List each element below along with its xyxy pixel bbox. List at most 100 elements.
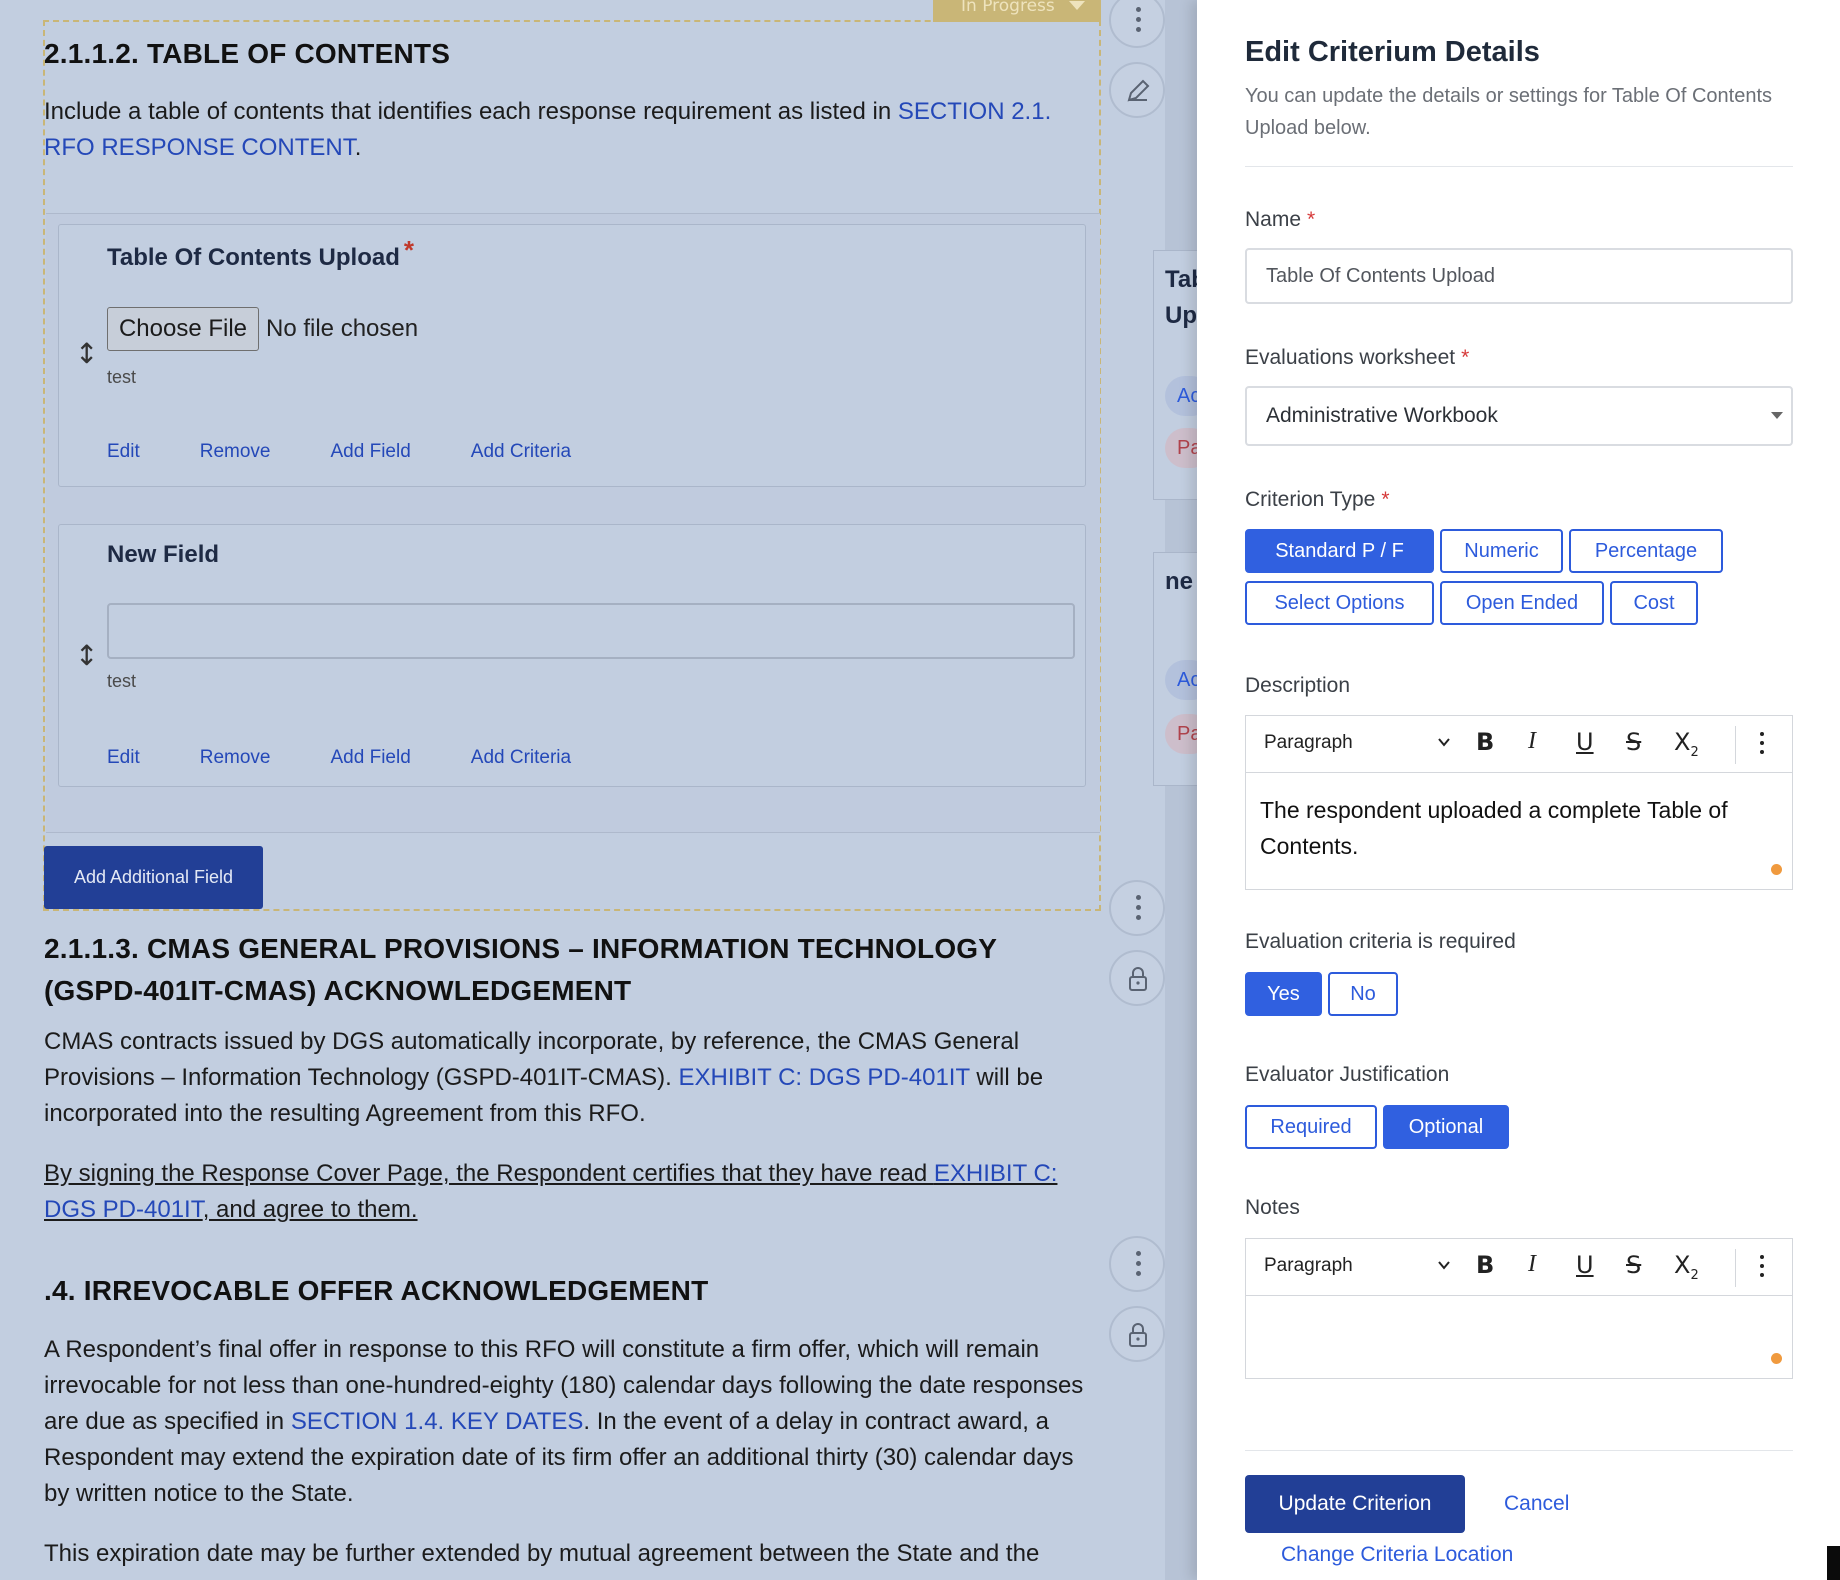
drag-handle-icon[interactable]: ↕ bbox=[75, 337, 98, 370]
type-numeric[interactable]: Numeric bbox=[1440, 529, 1563, 573]
editor-toolbar: Paragraph B I U S X2 bbox=[1246, 716, 1792, 773]
status-dot-icon bbox=[1771, 864, 1782, 875]
drag-handle-icon[interactable]: ↕ bbox=[75, 639, 98, 672]
justification-required[interactable]: Required bbox=[1245, 1105, 1377, 1149]
paragraph-style-select[interactable]: Paragraph bbox=[1264, 732, 1353, 754]
evaluator-justification-label: Evaluator Justification bbox=[1245, 1063, 1450, 1086]
paragraph-style-select[interactable]: Paragraph bbox=[1264, 1255, 1353, 1277]
add-criteria-button[interactable]: Add Criteria bbox=[471, 747, 571, 769]
more-vertical-icon bbox=[1136, 7, 1141, 12]
key-dates-link[interactable]: SECTION 1.4. KEY DATES bbox=[291, 1408, 584, 1435]
remove-field-button[interactable]: Remove bbox=[200, 747, 271, 769]
section-menu-button[interactable] bbox=[1109, 880, 1165, 936]
name-label: Name * bbox=[1245, 208, 1316, 231]
italic-icon[interactable]: I bbox=[1528, 1251, 1536, 1278]
section-heading: 2.1.1.2. TABLE OF CONTENTS bbox=[44, 38, 451, 69]
italic-icon[interactable]: I bbox=[1528, 728, 1536, 755]
worksheet-select[interactable]: Administrative Workbook bbox=[1245, 386, 1793, 446]
more-vertical-icon[interactable] bbox=[1760, 732, 1764, 736]
criteria-card-title: Up bbox=[1165, 302, 1197, 329]
more-vertical-icon[interactable] bbox=[1760, 1255, 1764, 1259]
status-dropdown[interactable]: In Progress bbox=[933, 0, 1101, 22]
section-paragraph: CMAS contracts issued by DGS automatical… bbox=[44, 1028, 1044, 1127]
type-select-options[interactable]: Select Options bbox=[1245, 581, 1434, 625]
justification-optional[interactable]: Optional bbox=[1383, 1105, 1509, 1149]
chevron-down-icon bbox=[1069, 1, 1085, 10]
field-card: New Field ↕ test Edit Remove Add Field A… bbox=[58, 524, 1086, 787]
new-field-input[interactable] bbox=[107, 603, 1075, 659]
required-yes[interactable]: Yes bbox=[1245, 972, 1322, 1016]
chevron-down-icon[interactable] bbox=[1436, 734, 1452, 750]
edit-criterium-panel: Edit Criterium Details You can update th… bbox=[1197, 0, 1840, 1580]
underline-icon[interactable]: U bbox=[1576, 1251, 1594, 1279]
document-right-gutter bbox=[1165, 0, 1197, 1580]
add-field-button[interactable]: Add Field bbox=[331, 441, 411, 463]
criterion-type-label: Criterion Type * bbox=[1245, 488, 1390, 511]
subscript-icon[interactable]: X2 bbox=[1674, 1251, 1699, 1283]
required-asterisk: * bbox=[1461, 346, 1470, 369]
divider bbox=[1245, 1450, 1793, 1451]
field-card: Table Of Contents Upload * Choose File No… bbox=[58, 224, 1086, 487]
field-title: Table Of Contents Upload * bbox=[107, 235, 415, 271]
section-menu-button[interactable] bbox=[1109, 1236, 1165, 1292]
exhibit-link[interactable]: EXHIBIT C: DGS PD-401IT bbox=[678, 1064, 969, 1091]
section-heading: 2.1.1.3. CMAS GENERAL PROVISIONS – INFOR… bbox=[44, 933, 998, 1006]
type-standard-pf[interactable]: Standard P / F bbox=[1245, 529, 1434, 573]
criteria-tag: Ac bbox=[1165, 660, 1197, 700]
status-label: In Progress bbox=[961, 0, 1055, 16]
criteria-tag: Ac bbox=[1165, 376, 1197, 416]
strikethrough-icon[interactable]: S bbox=[1626, 1251, 1641, 1279]
add-additional-field-button[interactable]: Add Additional Field bbox=[44, 846, 263, 909]
required-asterisk: * bbox=[1307, 208, 1316, 231]
lock-section-button[interactable] bbox=[1109, 1306, 1165, 1362]
choose-file-button[interactable]: Choose File bbox=[107, 307, 259, 351]
description-label: Description bbox=[1245, 674, 1351, 697]
underline-icon[interactable]: U bbox=[1576, 728, 1594, 756]
type-open-ended[interactable]: Open Ended bbox=[1440, 581, 1604, 625]
section-menu-button[interactable] bbox=[1109, 0, 1165, 48]
field-actions: Edit Remove Add Field Add Criteria bbox=[107, 747, 631, 769]
description-editor[interactable]: Paragraph B I U S X2 The respondent uplo… bbox=[1245, 715, 1793, 890]
toolbar-divider bbox=[1735, 726, 1736, 764]
cancel-button[interactable]: Cancel bbox=[1504, 1492, 1569, 1516]
required-no[interactable]: No bbox=[1328, 972, 1398, 1016]
change-criteria-location-link[interactable]: Change Criteria Location bbox=[1281, 1543, 1513, 1567]
panel-subtitle: You can update the details or settings f… bbox=[1245, 85, 1773, 139]
criteria-card-title: ne bbox=[1165, 568, 1194, 595]
strikethrough-icon[interactable]: S bbox=[1626, 728, 1641, 756]
section-paragraph: By signing the Response Cover Page, the … bbox=[44, 1160, 1058, 1223]
field-help-text: test bbox=[107, 671, 137, 691]
add-criteria-button[interactable]: Add Criteria bbox=[471, 441, 571, 463]
status-dot-icon bbox=[1771, 1353, 1782, 1364]
scrollbar-corner bbox=[1827, 1546, 1840, 1580]
notes-label: Notes bbox=[1245, 1196, 1300, 1219]
subscript-icon[interactable]: X2 bbox=[1674, 728, 1699, 760]
description-text[interactable]: The respondent uploaded a complete Table… bbox=[1260, 792, 1780, 864]
field-title: New Field bbox=[107, 541, 220, 568]
field-help-text: test bbox=[107, 367, 137, 387]
bold-icon[interactable]: B bbox=[1476, 1251, 1494, 1279]
update-criterion-button[interactable]: Update Criterion bbox=[1245, 1475, 1465, 1533]
edit-section-button[interactable] bbox=[1109, 62, 1165, 118]
lock-section-button[interactable] bbox=[1109, 950, 1165, 1006]
edit-field-button[interactable]: Edit bbox=[107, 747, 140, 769]
criteria-tag: Pa bbox=[1165, 714, 1197, 754]
remove-field-button[interactable]: Remove bbox=[200, 441, 271, 463]
lock-icon bbox=[1129, 1323, 1147, 1347]
file-status: No file chosen bbox=[266, 315, 419, 342]
type-cost[interactable]: Cost bbox=[1610, 581, 1698, 625]
notes-editor[interactable]: Paragraph B I U S X2 bbox=[1245, 1238, 1793, 1379]
section-heading: .4. IRREVOCABLE OFFER ACKNOWLEDGEMENT bbox=[44, 1275, 709, 1306]
name-input[interactable]: Table Of Contents Upload bbox=[1245, 248, 1793, 304]
evaluation-required-label: Evaluation criteria is required bbox=[1245, 930, 1516, 953]
pencil-icon bbox=[1127, 79, 1150, 102]
chevron-down-icon[interactable] bbox=[1436, 1257, 1452, 1273]
type-percentage[interactable]: Percentage bbox=[1569, 529, 1723, 573]
edit-field-button[interactable]: Edit bbox=[107, 441, 140, 463]
more-vertical-icon bbox=[1136, 1251, 1141, 1256]
lock-icon bbox=[1129, 967, 1147, 991]
section-paragraph: A Respondent’s final offer in response t… bbox=[44, 1336, 1084, 1507]
bold-icon[interactable]: B bbox=[1476, 728, 1494, 756]
add-field-button[interactable]: Add Field bbox=[331, 747, 411, 769]
required-asterisk: * bbox=[1381, 488, 1390, 511]
